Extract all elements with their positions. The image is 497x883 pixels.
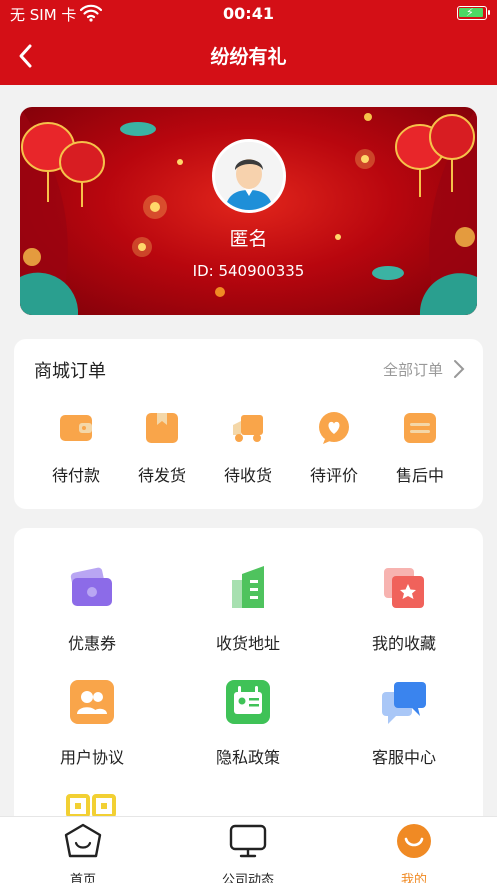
service-customer-center[interactable]: 客服中心 — [326, 678, 482, 768]
service-user-agreement[interactable]: 用户协议 — [14, 678, 170, 768]
user-name: 匿名 — [229, 228, 268, 250]
tab-mine[interactable]: 我的 — [354, 823, 474, 883]
wallet-icon — [60, 415, 92, 441]
status-bar: 无 SIM 卡 00:41 ⚡ — [0, 0, 497, 28]
id-card-icon — [226, 680, 270, 724]
profile-banner: 匿名 ID: 540900335 — [20, 107, 477, 315]
battery-icon: ⚡ — [457, 6, 490, 20]
avatar-person-icon — [215, 142, 283, 210]
chat-bubbles-icon — [382, 682, 426, 724]
star-card-icon — [384, 568, 424, 608]
heart-chat-icon — [319, 412, 349, 444]
page-title: 纷纷有礼 — [210, 46, 287, 68]
order-after-sale[interactable]: 售后中 — [380, 411, 460, 486]
service-address[interactable]: 收货地址 — [170, 564, 326, 654]
home-icon — [64, 823, 102, 858]
service-favorites[interactable]: 我的收藏 — [326, 564, 482, 654]
qr-code-icon[interactable] — [66, 794, 116, 818]
package-icon — [146, 413, 178, 443]
nav-bar: 纷纷有礼 — [0, 28, 497, 85]
users-icon — [70, 680, 114, 724]
order-pending-review[interactable]: 待评价 — [294, 411, 374, 486]
order-pending-payment[interactable]: 待付款 — [36, 411, 116, 486]
orders-title: 商城订单 — [34, 361, 106, 382]
monitor-icon — [229, 824, 267, 858]
order-pending-shipment[interactable]: 待发货 — [122, 411, 202, 486]
service-privacy-policy[interactable]: 隐私政策 — [170, 678, 326, 768]
tab-home[interactable]: 首页 — [23, 823, 143, 883]
service-coupons[interactable]: 优惠券 — [14, 564, 170, 654]
order-pending-receipt[interactable]: 待收货 — [208, 411, 288, 486]
building-icon — [232, 566, 264, 608]
services-card: 优惠券 收货地址 我的收藏 用户协议 隐私政策 客服中心 — [14, 528, 483, 828]
all-orders-link[interactable]: 全部订单 — [383, 359, 443, 380]
clock: 00:41 — [223, 4, 274, 23]
coupon-icon — [70, 567, 112, 606]
tab-company-news[interactable]: 公司动态 — [188, 823, 308, 883]
after-sale-icon — [404, 413, 436, 443]
orders-card: 商城订单 全部订单 待付款 待发货 待收货 待评价 售后中 — [14, 339, 483, 509]
user-id: ID: 540900335 — [192, 262, 305, 280]
avatar[interactable] — [212, 139, 286, 213]
truck-icon — [233, 415, 263, 442]
chevron-right-icon[interactable] — [453, 359, 465, 379]
smile-icon — [397, 824, 431, 858]
tab-bar: 首页 公司动态 我的 — [0, 816, 497, 883]
